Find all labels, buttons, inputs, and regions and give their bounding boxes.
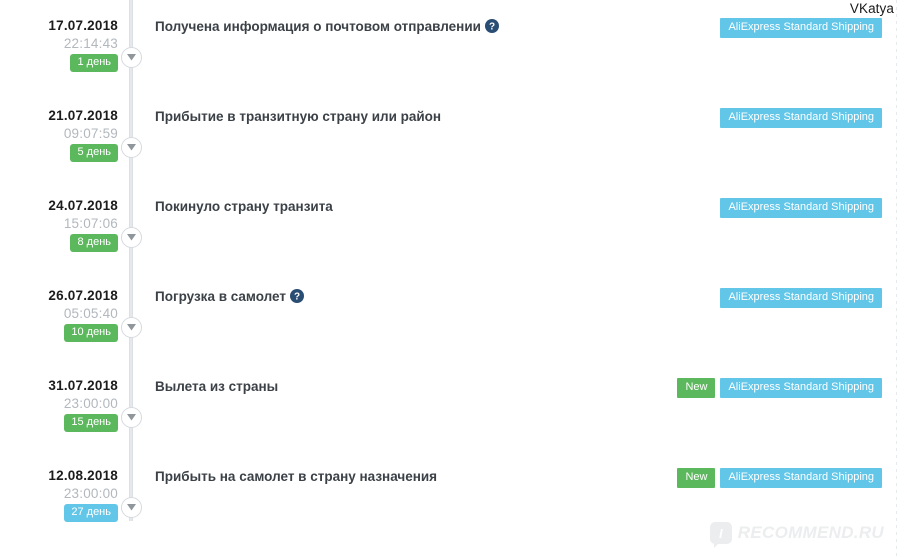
event-day-badge-wrap: 10 день: [0, 324, 118, 342]
timeline-event-row[interactable]: 24.07.2018 15:07:06 8 день Покинуло страну …: [0, 198, 907, 270]
event-tags: AliExpress Standard Shipping: [720, 108, 882, 128]
event-title-wrap: Прибыть на самолет в страну назначения: [155, 468, 437, 486]
chevron-down-icon: [127, 234, 136, 241]
event-day-badge-wrap: 15 день: [0, 414, 118, 432]
timeline-marker[interactable]: [121, 497, 142, 518]
event-title-wrap: Получена информация о почтовом отправлен…: [155, 18, 499, 38]
help-question-icon[interactable]: ?: [290, 289, 304, 308]
event-day-badge-wrap: 27 день: [0, 504, 118, 522]
event-day-badge: 8 день: [70, 234, 118, 252]
event-tags: AliExpress Standard Shipping: [720, 18, 882, 38]
new-tag: New: [677, 468, 716, 488]
event-time: 15:07:06: [63, 216, 118, 231]
chevron-down-icon: [127, 144, 136, 151]
username-label: VKatya: [849, 1, 894, 16]
timeline-event-row[interactable]: 17.07.2018 22:14:43 1 день Получена информа…: [0, 18, 907, 90]
shipping-method-tag: AliExpress Standard Shipping: [720, 108, 882, 128]
timeline-marker[interactable]: [121, 47, 142, 68]
help-question-icon[interactable]: ?: [484, 19, 499, 38]
shipping-method-tag: AliExpress Standard Shipping: [720, 288, 882, 308]
irecommend-logo-icon: I: [709, 522, 732, 548]
event-day-badge: 5 день: [70, 144, 118, 162]
event-date: 26.07.2018: [48, 288, 118, 303]
chevron-down-icon: [127, 504, 136, 511]
event-day-badge: 27 день: [64, 504, 118, 522]
shipping-method-tag: AliExpress Standard Shipping: [720, 378, 882, 398]
event-time: 09:07:59: [63, 126, 118, 141]
event-tags: AliExpress Standard Shipping: [720, 198, 882, 218]
svg-text:?: ?: [489, 22, 495, 33]
event-time: 23:00:00: [63, 396, 118, 411]
event-title: Покинуло страну транзита: [155, 199, 333, 214]
timeline-marker[interactable]: [121, 227, 142, 248]
event-day-badge: 10 день: [64, 324, 118, 342]
event-title-wrap: Вылета из страны: [155, 378, 278, 396]
event-date: 12.08.2018: [48, 468, 118, 483]
timeline-marker[interactable]: [121, 137, 142, 158]
chevron-down-icon: [127, 54, 136, 61]
shipping-method-tag: AliExpress Standard Shipping: [720, 198, 882, 218]
event-day-badge: 1 день: [70, 54, 118, 72]
timeline-marker[interactable]: [121, 407, 142, 428]
event-datetime-column: 17.07.2018 22:14:43 1 день: [0, 18, 118, 72]
event-datetime-column: 12.08.2018 23:00:00 27 день: [0, 468, 118, 522]
timeline-event-row[interactable]: 21.07.2018 09:07:59 5 день Прибытие в транз…: [0, 108, 907, 180]
event-time: 23:00:00: [63, 486, 118, 501]
event-title-wrap: Покинуло страну транзита: [155, 198, 333, 216]
event-datetime-column: 26.07.2018 05:05:40 10 день: [0, 288, 118, 342]
event-day-badge: 15 день: [64, 414, 118, 432]
event-tags: New AliExpress Standard Shipping: [677, 378, 882, 398]
event-title: Прибыть на самолет в страну назначения: [155, 469, 438, 484]
event-title: Вылета из страны: [155, 379, 279, 394]
event-title-wrap: Прибытие в транзитную страну или район: [155, 108, 441, 126]
event-datetime-column: 21.07.2018 09:07:59 5 день: [0, 108, 118, 162]
event-title: Получена информация о почтовом отправлен…: [155, 19, 481, 34]
site-watermark: I RECOMMEND.RU: [709, 522, 884, 548]
watermark-text: RECOMMEND.RU: [737, 523, 884, 542]
event-time: 05:05:40: [63, 306, 118, 321]
event-date: 31.07.2018: [48, 378, 118, 393]
shipping-method-tag: AliExpress Standard Shipping: [720, 468, 882, 488]
event-day-badge-wrap: 1 день: [0, 54, 118, 72]
event-datetime-column: 31.07.2018 23:00:00 15 день: [0, 378, 118, 432]
event-day-badge-wrap: 5 день: [0, 144, 118, 162]
tracking-timeline-page: VKatya 17.07.2018 22:14:43 1 день Получена …: [0, 0, 907, 557]
event-date: 17.07.2018: [48, 18, 118, 33]
chevron-down-icon: [127, 414, 136, 421]
chevron-down-icon: [127, 324, 136, 331]
timeline-event-row[interactable]: 26.07.2018 05:05:40 10 день Погрузка в само…: [0, 288, 907, 360]
event-date: 21.07.2018: [48, 108, 118, 123]
event-tags: New AliExpress Standard Shipping: [677, 468, 882, 488]
watermark-logo-letter: I: [718, 525, 723, 541]
new-tag: New: [677, 378, 716, 398]
event-date: 24.07.2018: [48, 198, 118, 213]
event-day-badge-wrap: 8 день: [0, 234, 118, 252]
timeline-marker[interactable]: [121, 317, 142, 338]
event-datetime-column: 24.07.2018 15:07:06 8 день: [0, 198, 118, 252]
event-title-wrap: Погрузка в самолет?: [155, 288, 304, 308]
timeline-event-row[interactable]: 31.07.2018 23:00:00 15 день Вылета из стран…: [0, 378, 907, 450]
shipping-method-tag: AliExpress Standard Shipping: [720, 18, 882, 38]
event-title: Прибытие в транзитную страну или район: [155, 109, 442, 124]
event-time: 22:14:43: [63, 36, 118, 51]
event-title: Погрузка в самолет: [155, 289, 286, 304]
event-tags: AliExpress Standard Shipping: [720, 288, 882, 308]
svg-text:?: ?: [294, 292, 300, 303]
